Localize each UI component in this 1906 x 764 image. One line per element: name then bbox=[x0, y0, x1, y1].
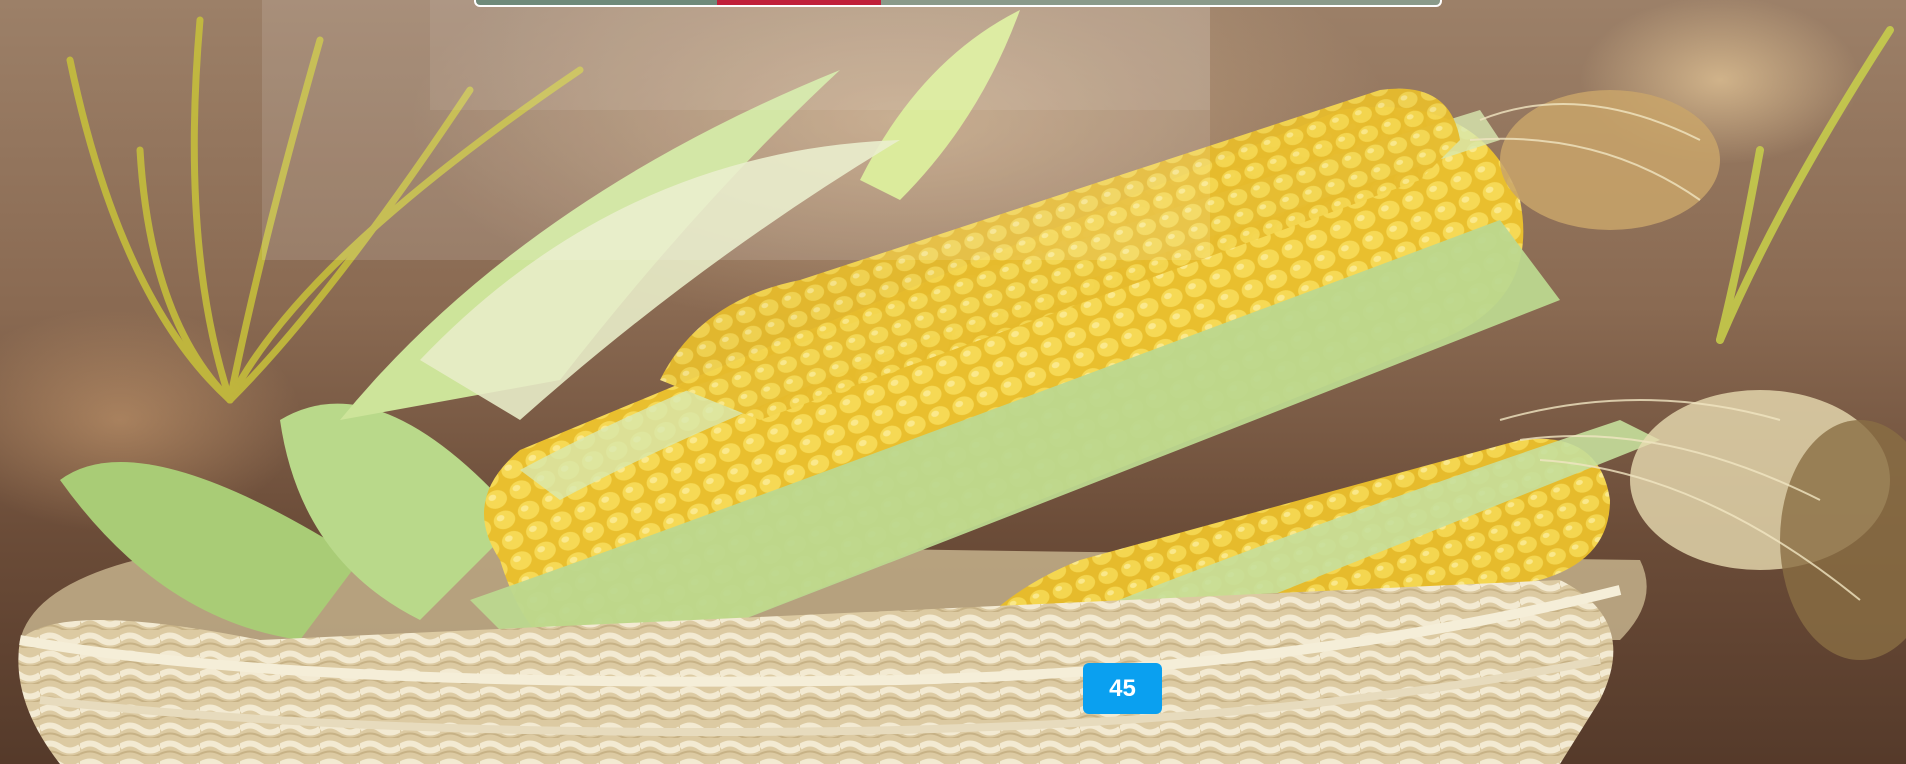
thumbnail-strip-edge[interactable] bbox=[474, 0, 1442, 7]
hero-photo bbox=[0, 0, 1906, 764]
translucent-overlay-inner bbox=[430, 0, 1210, 110]
weed-plant-right bbox=[1716, 26, 1894, 344]
page-number-badge[interactable]: 45 bbox=[1083, 663, 1162, 714]
page-number-label: 45 bbox=[1109, 674, 1136, 702]
